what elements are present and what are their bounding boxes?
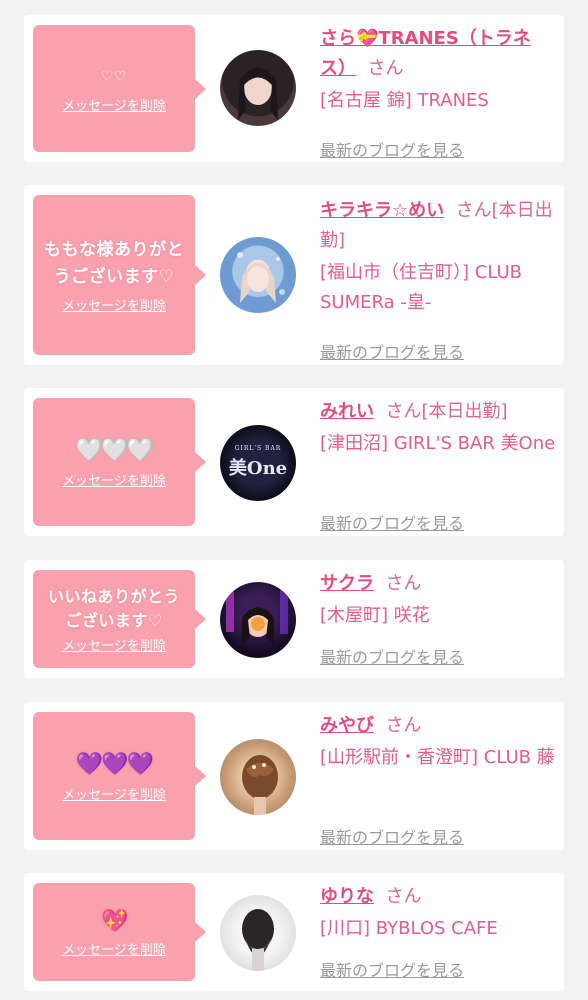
avatar[interactable]	[220, 582, 296, 658]
delete-message-link[interactable]: メッセージを削除	[62, 295, 166, 314]
message-text: ♡♡	[100, 68, 128, 85]
avatar[interactable]: GIRL'S BAR 美One	[220, 425, 296, 501]
message-card: いいねありがとうございます♡ メッセージを削除 サクラ さん [木屋町] 咲花 …	[24, 560, 564, 678]
cast-info: さら💝TRANES（トラネス） さん [名古屋 錦] TRANES 最新のブログ…	[320, 24, 556, 160]
cast-name-link[interactable]: さら💝TRANES（トラネス）	[320, 28, 531, 79]
shop-name: [川口] BYBLOS CAFE	[320, 918, 498, 939]
delete-message-link[interactable]: メッセージを削除	[62, 784, 166, 803]
blog-link[interactable]: 最新のブログを見る	[320, 339, 464, 363]
message-text: ももな様ありがとうございます♡	[44, 239, 184, 287]
delete-message-link[interactable]: メッセージを削除	[62, 95, 166, 114]
woman-portrait-dark-hair-icon	[238, 67, 278, 120]
avatar[interactable]	[220, 237, 296, 313]
honorific: さん	[385, 886, 422, 907]
cast-name-link[interactable]: みやび	[320, 715, 374, 736]
blog-link[interactable]: 最新のブログを見る	[320, 824, 464, 848]
message-text: 💖	[101, 908, 128, 934]
avatar[interactable]	[220, 739, 296, 815]
message-card: ♡♡ メッセージを削除 さら💝TRANES（トラネス） さん [名古屋 錦] T…	[24, 15, 564, 162]
cast-info: ゆりな さん [川口] BYBLOS CAFE 最新のブログを見る	[320, 882, 556, 980]
message-bubble: いいねありがとうございます♡ メッセージを削除	[33, 570, 206, 668]
shop-name: [木屋町] 咲花	[320, 605, 430, 626]
message-card: 💜💜💜 メッセージを削除 みやび さん [山形駅前・香澄町] CLUB 藤 最新…	[24, 702, 564, 850]
blog-link[interactable]: 最新のブログを見る	[320, 644, 464, 668]
message-card: ももな様ありがとうございます♡ メッセージを削除 キラキラ☆めい さん[本日出勤…	[24, 185, 564, 365]
honorific: さん	[385, 573, 422, 594]
cast-name-link[interactable]: サクラ	[320, 573, 374, 594]
message-bubble: 🤍🤍🤍 メッセージを削除	[33, 398, 206, 526]
message-text: いいねありがとうございます♡	[47, 586, 180, 630]
logo-small-text: GIRL'S BAR	[234, 445, 282, 452]
blog-link[interactable]: 最新のブログを見る	[320, 137, 464, 161]
woman-portrait-blonde-icon	[237, 252, 285, 303]
shop-name: [津田沼] GIRL'S BAR 美One	[320, 433, 556, 454]
delete-message-link[interactable]: メッセージを削除	[62, 635, 166, 654]
blog-link[interactable]: 最新のブログを見る	[320, 510, 464, 534]
message-bubble: 💜💜💜 メッセージを削除	[33, 712, 206, 840]
cast-name-link[interactable]: キラキラ☆めい	[320, 200, 444, 221]
honorific: さん	[367, 58, 404, 79]
shop-name: [福山市（住吉町）] CLUB SUMERa -皇-	[320, 262, 522, 313]
hair-updo-photo-icon	[242, 755, 278, 815]
delete-message-link[interactable]: メッセージを削除	[62, 470, 166, 489]
message-text: 💜💜💜	[75, 751, 154, 777]
message-text: 🤍🤍🤍	[75, 437, 154, 463]
honorific: さん	[385, 715, 422, 736]
delete-message-link[interactable]: メッセージを削除	[62, 939, 166, 958]
honorific: さん[本日出勤]	[385, 401, 508, 422]
shop-name: [名古屋 錦] TRANES	[320, 90, 489, 111]
message-card: 🤍🤍🤍 メッセージを削除 GIRL'S BAR 美One みれい さん[本日出勤…	[24, 388, 564, 536]
avatar[interactable]	[220, 50, 296, 126]
woman-portrait-neon-icon	[226, 590, 288, 644]
shop-name: [山形駅前・香澄町] CLUB 藤	[320, 747, 555, 768]
cast-name-link[interactable]: みれい	[320, 401, 374, 422]
hair-back-photo-icon	[242, 909, 274, 971]
cast-info: サクラ さん [木屋町] 咲花 最新のブログを見る	[320, 569, 556, 667]
cast-info: みやび さん [山形駅前・香澄町] CLUB 藤 最新のブログを見る	[320, 711, 556, 847]
message-bubble: ♡♡ メッセージを削除	[33, 25, 206, 152]
logo-big-text: 美One	[228, 458, 288, 479]
girls-bar-logo-icon: GIRL'S BAR 美One	[220, 445, 296, 480]
cast-info: キラキラ☆めい さん[本日出勤] [福山市（住吉町）] CLUB SUMERa …	[320, 196, 556, 362]
blog-link[interactable]: 最新のブログを見る	[320, 957, 464, 981]
cast-name-link[interactable]: ゆりな	[320, 886, 374, 907]
avatar[interactable]	[220, 895, 296, 971]
message-card: 💖 メッセージを削除 ゆりな さん [川口] BYBLOS CAFE 最新のブロ…	[24, 873, 564, 991]
cast-info: みれい さん[本日出勤] [津田沼] GIRL'S BAR 美One 最新のブロ…	[320, 397, 556, 533]
message-bubble: 💖 メッセージを削除	[33, 883, 206, 981]
message-bubble: ももな様ありがとうございます♡ メッセージを削除	[33, 195, 206, 355]
